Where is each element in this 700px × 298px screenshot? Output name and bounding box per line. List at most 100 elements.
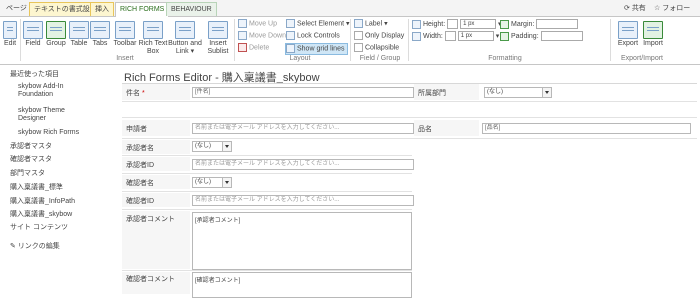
field-icon bbox=[23, 21, 43, 39]
approver-id-people-picker[interactable]: 名前または電子メール アドレスを入力してください... bbox=[192, 159, 414, 170]
group-title-layout: Layout bbox=[289, 55, 311, 62]
required-marker: * bbox=[141, 90, 145, 97]
move-down-label: Move Down bbox=[249, 32, 286, 40]
button-link-icon bbox=[175, 21, 195, 39]
ribbon-tab-bar: ページ テキストの書式設定 挿入 RICH FORMS BEHAVIOUR ⟳ … bbox=[0, 0, 700, 18]
grid-line bbox=[122, 173, 412, 174]
approver-name-select[interactable]: (なし) bbox=[192, 141, 232, 152]
lock-icon bbox=[286, 31, 295, 40]
subject-label: 件名 * bbox=[126, 88, 145, 98]
share-label: 共有 bbox=[631, 5, 646, 12]
export-icon bbox=[618, 21, 638, 39]
nav-item-purchase-skybow[interactable]: 購入稟議書_skybow bbox=[10, 211, 72, 219]
height-input[interactable]: 1 px bbox=[460, 19, 497, 29]
export-button[interactable]: Export bbox=[616, 21, 640, 48]
form-canvas: 件名 * [件名] 所属部門 (なし) 申請者 名前または電子メール アドレスを… bbox=[122, 83, 697, 298]
approver-comment-textarea[interactable]: [承認者コメント] bbox=[192, 212, 412, 270]
nav-item-approver-master[interactable]: 承認者マスタ bbox=[10, 143, 52, 151]
checkbox-icon bbox=[354, 31, 363, 40]
select-element-button[interactable]: Select Element ▾ bbox=[286, 19, 350, 29]
product-label: 品名 bbox=[418, 126, 432, 133]
nav-item-rich-forms[interactable]: skybow Rich Forms bbox=[18, 129, 79, 137]
import-button[interactable]: Import bbox=[640, 21, 666, 48]
arrow-up-icon bbox=[238, 19, 247, 28]
margin-input[interactable] bbox=[536, 19, 579, 29]
checkbox-icon bbox=[354, 43, 363, 52]
ribbon-divider bbox=[234, 19, 235, 61]
toolbar-icon bbox=[115, 21, 135, 39]
padding-input[interactable] bbox=[540, 31, 583, 41]
dropdown-arrow-icon: ▾ bbox=[188, 48, 195, 55]
share-button[interactable]: ⟳ 共有 bbox=[624, 3, 646, 13]
subject-input[interactable]: [件名] bbox=[192, 87, 414, 98]
toolbar-label: Toolbar bbox=[113, 40, 137, 47]
tab-page[interactable]: ページ bbox=[2, 2, 31, 15]
tab-rich-forms[interactable]: RICH FORMS bbox=[115, 2, 170, 18]
nav-item-site-contents[interactable]: サイト コンテンツ bbox=[10, 224, 68, 232]
tab-behaviour[interactable]: BEHAVIOUR bbox=[166, 2, 217, 16]
main-content: Rich Forms Editor - 購入稟議書_skybow 件名 * [件… bbox=[118, 65, 700, 298]
dropdown-arrow-icon: ▾ bbox=[382, 20, 388, 28]
checker-name-label: 確認者名 bbox=[126, 180, 154, 187]
grid-line bbox=[122, 191, 412, 192]
width-field[interactable]: Width: 1 px ▾ bbox=[412, 31, 499, 41]
table-icon bbox=[69, 21, 89, 39]
nav-item-theme-designer[interactable]: skybow Theme Designer bbox=[18, 107, 78, 123]
nav-recent-heading: 最近使った項目 bbox=[10, 71, 59, 78]
rich-text-box-button[interactable]: Rich Text Box bbox=[138, 21, 168, 56]
group-title-formatting: Formatting bbox=[488, 55, 522, 62]
select-icon bbox=[286, 19, 295, 28]
edit-links-button[interactable]: ✎ リンクの編集 bbox=[10, 243, 60, 251]
checker-name-select[interactable]: (なし) bbox=[192, 177, 232, 188]
follow-label: フォロー bbox=[662, 5, 691, 12]
follow-button[interactable]: ☆ フォロー bbox=[654, 3, 690, 13]
width-icon bbox=[412, 31, 421, 41]
lock-controls-button[interactable]: Lock Controls bbox=[286, 31, 340, 41]
group-title-field-group: Field / Group bbox=[359, 55, 401, 62]
tab-insert[interactable]: 挿入 bbox=[90, 2, 114, 16]
show-grid-lines-toggle[interactable]: Show grid lines bbox=[285, 43, 349, 55]
insert-sublist-button[interactable]: Insert Sublist bbox=[204, 21, 232, 56]
tabs-button[interactable]: Tabs bbox=[90, 21, 110, 48]
height-icon bbox=[412, 19, 421, 29]
dept-select[interactable]: (なし) bbox=[484, 87, 552, 98]
applicant-people-picker[interactable]: 名前または電子メール アドレスを入力してください... bbox=[192, 123, 414, 134]
export-label: Export bbox=[617, 40, 639, 47]
margin-field[interactable]: Margin: bbox=[500, 19, 579, 29]
chevron-down-icon bbox=[222, 178, 231, 187]
toolbar-button[interactable]: Toolbar bbox=[112, 21, 138, 48]
grid-line bbox=[122, 155, 412, 156]
field-button[interactable]: Field bbox=[22, 21, 44, 48]
lock-controls-label: Lock Controls bbox=[297, 32, 340, 40]
dept-label: 所属部門 bbox=[418, 90, 446, 97]
padding-field[interactable]: Padding: bbox=[500, 31, 583, 41]
move-down-button[interactable]: Move Down bbox=[238, 31, 286, 41]
group-label: Group bbox=[46, 40, 66, 47]
group-button[interactable]: Group bbox=[45, 21, 67, 48]
height-field[interactable]: Height: 1 px ▾ bbox=[412, 19, 502, 29]
nav-item-addin[interactable]: skybow Add-In Foundation bbox=[18, 83, 88, 99]
grid-line bbox=[122, 101, 697, 102]
rich-text-icon bbox=[143, 21, 163, 39]
move-up-button[interactable]: Move Up bbox=[238, 19, 277, 29]
width-label: Width: bbox=[423, 32, 443, 40]
nav-item-checker-master[interactable]: 確認者マスタ bbox=[10, 156, 52, 164]
button-and-link-button[interactable]: Button and Link ▾ bbox=[168, 21, 202, 56]
applicant-label: 申請者 bbox=[126, 126, 147, 133]
only-display-checkbox[interactable]: Only Display bbox=[354, 31, 404, 41]
sublist-icon bbox=[208, 21, 228, 39]
product-input[interactable]: [品名] bbox=[482, 123, 691, 134]
checker-id-people-picker[interactable]: 名前または電子メール アドレスを入力してください... bbox=[192, 195, 414, 206]
nav-item-dept-master[interactable]: 部門マスタ bbox=[10, 170, 45, 178]
nav-item-purchase-standard[interactable]: 購入稟議書_標準 bbox=[10, 184, 63, 192]
share-icon: ⟳ bbox=[624, 5, 632, 12]
width-input[interactable]: 1 px bbox=[457, 31, 494, 41]
collapsible-checkbox[interactable]: Collapsible bbox=[354, 43, 399, 53]
label-button[interactable]: Label ▾ bbox=[354, 19, 388, 29]
checker-comment-textarea[interactable]: [確認者コメント] bbox=[192, 272, 412, 298]
delete-button[interactable]: Delete bbox=[238, 43, 269, 53]
edit-label: Edit bbox=[3, 40, 17, 47]
edit-button[interactable]: Edit bbox=[2, 21, 18, 48]
table-button[interactable]: Table bbox=[68, 21, 90, 48]
nav-item-purchase-infopath[interactable]: 購入稟議書_InfoPath bbox=[10, 198, 75, 206]
